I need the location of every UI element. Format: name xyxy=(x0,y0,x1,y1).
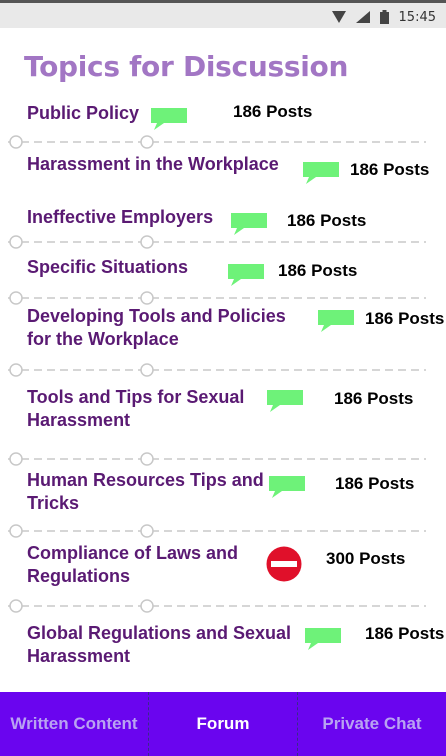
page-title: Topics for Discussion xyxy=(24,50,349,83)
chat-bubble-icon xyxy=(317,309,355,337)
status-time: 15:45 xyxy=(398,9,436,25)
chat-bubble-icon xyxy=(150,107,188,135)
status-bar: 15:45 xyxy=(0,0,446,28)
topic-title[interactable]: Compliance of Laws and Regulations xyxy=(27,542,307,588)
topic-title[interactable]: Tools and Tips for Sexual Harassment xyxy=(27,386,307,432)
topic-title[interactable]: Harassment in the Workplace xyxy=(27,153,307,176)
topic-divider xyxy=(8,135,426,149)
chat-bubble-icon xyxy=(268,475,306,503)
post-count: 186 Posts xyxy=(287,211,367,230)
no-entry-icon xyxy=(266,546,302,586)
topic-divider xyxy=(8,291,426,305)
post-count: 186 Posts xyxy=(278,261,358,280)
chat-bubble-icon xyxy=(266,389,304,417)
topic-divider xyxy=(8,452,426,466)
chat-bubble-icon xyxy=(304,627,342,655)
post-count: 186 Posts xyxy=(334,389,414,408)
post-count: 186 Posts xyxy=(350,160,430,179)
nav-tab-private-chat[interactable]: Private Chat xyxy=(297,692,446,756)
topic-title[interactable]: Developing Tools and Policies for the Wo… xyxy=(27,305,307,351)
topic-divider xyxy=(8,599,426,613)
wifi-icon xyxy=(331,11,346,23)
nav-tab-written-content[interactable]: Written Content xyxy=(0,692,148,756)
topic-divider xyxy=(8,235,426,249)
topic-title[interactable]: Global Regulations and Sexual Harassment xyxy=(27,622,307,668)
topic-title[interactable]: Human Resources Tips and Tricks xyxy=(27,469,307,515)
bottom-nav: Written Content Forum Private Chat xyxy=(0,692,446,756)
topic-divider xyxy=(8,524,426,538)
post-count: 186 Posts xyxy=(233,102,313,121)
status-icons: 15:45 xyxy=(331,8,436,26)
post-count: 186 Posts xyxy=(365,309,445,328)
post-count: 300 Posts xyxy=(326,549,406,568)
chat-bubble-icon xyxy=(302,161,340,189)
post-count: 186 Posts xyxy=(335,474,415,493)
post-count: 186 Posts xyxy=(365,624,445,643)
battery-icon xyxy=(379,10,389,24)
topic-title[interactable]: Specific Situations xyxy=(27,256,307,279)
chat-bubble-icon xyxy=(227,263,265,291)
signal-icon xyxy=(355,11,370,23)
nav-tab-forum[interactable]: Forum xyxy=(148,692,297,756)
topic-divider xyxy=(8,363,426,377)
